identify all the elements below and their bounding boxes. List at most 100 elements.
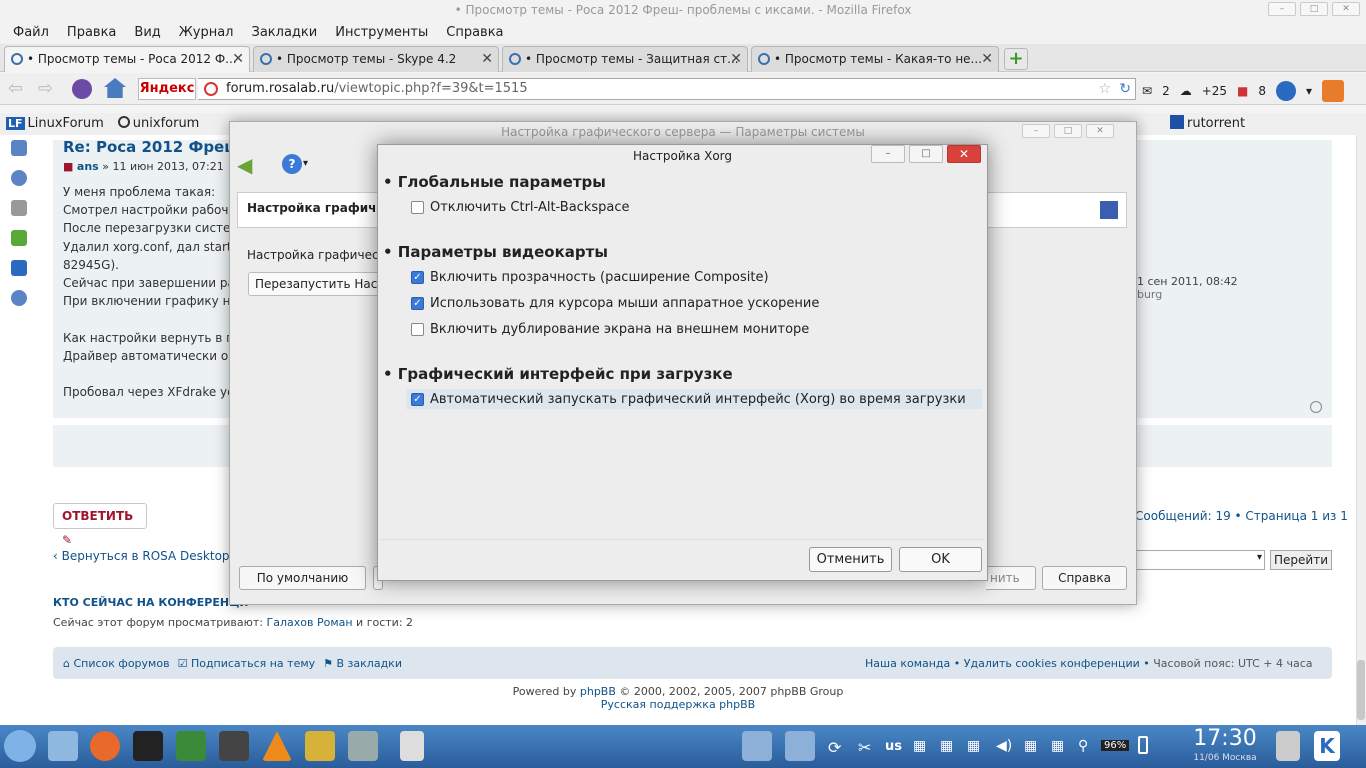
minimize-button[interactable]: – (871, 145, 905, 163)
post-author[interactable]: ans (77, 160, 99, 173)
checkbox-unchecked[interactable] (411, 201, 424, 214)
maximize-button[interactable]: □ (1300, 2, 1328, 16)
bookmark-linuxforum[interactable]: LF LinuxForum (6, 113, 104, 135)
menu-edit[interactable]: Правка (58, 22, 125, 44)
weather-icon[interactable]: ☁ (1180, 84, 1192, 98)
forum-index-link[interactable]: ⌂ Список форумов (63, 657, 170, 670)
trash-icon[interactable] (1276, 731, 1300, 761)
chevron-down-icon[interactable]: ▾ (303, 158, 308, 169)
ok-button[interactable]: OK (899, 547, 982, 572)
video-player-icon[interactable] (176, 731, 206, 761)
scroll-top-icon[interactable] (1310, 401, 1322, 413)
defaults-button[interactable]: По умолчанию (239, 566, 366, 590)
system-monitor-icon[interactable] (219, 731, 249, 761)
online-user-link[interactable]: Галахов Роман (267, 616, 353, 629)
reply-button[interactable]: ОТВЕТИТЬ ✎ (53, 503, 147, 547)
refresh-icon[interactable]: ⟳ (828, 738, 841, 757)
firefox-icon[interactable] (90, 731, 120, 761)
option-autostart-xorg[interactable]: ✓ Автоматический запускать графический ин… (411, 392, 966, 407)
team-link[interactable]: Наша команда (865, 657, 950, 670)
option-hw-cursor[interactable]: ✓ Использовать для курсора мыши аппаратно… (411, 296, 819, 311)
back-arrow-icon[interactable]: ◀ (237, 153, 252, 177)
dropdown-arrow-icon[interactable]: ▾ (1306, 84, 1312, 98)
tab-skype[interactable]: • Просмотр темы - Skype 4.2 ✕ (253, 46, 499, 72)
settings-icon[interactable] (11, 260, 27, 276)
extension-icon[interactable] (1322, 80, 1345, 102)
menu-history[interactable]: Журнал (170, 22, 243, 44)
close-button[interactable]: ✕ (1086, 124, 1114, 138)
close-tab-icon[interactable]: ✕ (730, 47, 742, 71)
bookmark-icon[interactable] (11, 140, 27, 156)
close-button[interactable]: ✕ (1332, 2, 1360, 16)
menu-view[interactable]: Вид (125, 22, 169, 44)
kde-logo-icon[interactable]: K (1314, 731, 1340, 761)
keyboard-layout[interactable]: us (885, 739, 902, 754)
scrollbar-thumb[interactable] (1357, 660, 1365, 720)
app-launcher-icon[interactable] (4, 730, 36, 762)
maximize-button[interactable]: □ (909, 145, 943, 163)
tab-some[interactable]: • Просмотр темы - Какая-то не... ✕ (751, 46, 999, 72)
clock-time[interactable]: 17:30 (1190, 726, 1260, 751)
apply-button[interactable]: нить (986, 566, 1036, 590)
menu-tools[interactable]: Инструменты (326, 22, 437, 44)
addon-icon[interactable] (1276, 81, 1297, 101)
forward-arrow-icon[interactable]: ⇨ (38, 78, 53, 99)
history-icon[interactable] (11, 170, 27, 186)
close-tab-icon[interactable]: ✕ (481, 47, 493, 71)
network-icon[interactable]: ▦ (967, 738, 980, 754)
network-icon[interactable]: ▦ (1051, 738, 1064, 754)
window-task-icon[interactable] (785, 731, 815, 761)
bookmark-unixforum[interactable]: unixforum (117, 113, 199, 135)
file-manager-icon[interactable] (48, 731, 78, 761)
option-clone-screen[interactable]: Включить дублирование экрана на внешнем … (411, 322, 809, 337)
minimize-button[interactable]: – (1022, 124, 1050, 138)
network-icon[interactable]: ▦ (1024, 738, 1037, 754)
network-icon[interactable]: ▦ (913, 738, 926, 754)
download-icon[interactable] (11, 200, 27, 216)
reload-icon[interactable]: ↻ (1119, 79, 1131, 99)
option-disable-ctrl-alt-backspace[interactable]: Отключить Ctrl-Alt-Backspace (411, 200, 629, 215)
mail-icon[interactable]: ✉ (1142, 84, 1152, 98)
close-tab-icon[interactable]: ✕ (981, 47, 993, 71)
volume-icon[interactable]: ◀) (996, 738, 1012, 754)
new-tab-button[interactable]: + (1004, 48, 1028, 70)
menu-file[interactable]: Файл (4, 22, 58, 44)
tab-protection[interactable]: • Просмотр темы - Защитная ст... ✕ (502, 46, 748, 72)
battery-indicator[interactable]: 96% (1101, 740, 1130, 751)
checkbox-checked[interactable]: ✓ (411, 271, 424, 284)
window-task-icon[interactable] (742, 731, 772, 761)
maximize-button[interactable]: □ (1054, 124, 1082, 138)
minimize-button[interactable]: – (1268, 2, 1296, 16)
network-icon[interactable]: ▦ (940, 738, 953, 754)
settings-icon[interactable] (348, 731, 378, 761)
checkbox-checked[interactable]: ✓ (411, 297, 424, 310)
cancel-button[interactable]: Отменить (809, 547, 892, 572)
back-arrow-icon[interactable]: ⇦ (8, 78, 23, 99)
bookmark-topic-link[interactable]: ⚑ В закладки (323, 657, 402, 670)
page-scrollbar[interactable] (1356, 135, 1366, 725)
archive-icon[interactable] (400, 731, 424, 761)
checkbox-unchecked[interactable] (411, 323, 424, 336)
rosa-logo-icon[interactable] (72, 79, 92, 99)
menu-help[interactable]: Справка (437, 22, 512, 44)
yandex-search-button[interactable]: Яндекс (138, 78, 196, 100)
terminal-icon[interactable] (133, 731, 163, 761)
option-composite[interactable]: ✓ Включить прозрачность (расширение Compo… (411, 270, 769, 285)
menu-bookmarks[interactable]: Закладки (243, 22, 327, 44)
info-icon[interactable] (11, 290, 27, 306)
checkbox-checked[interactable]: ✓ (411, 393, 424, 406)
tab-rosa-2012[interactable]: • Просмотр темы - Роса 2012 Ф... ✕ (4, 46, 250, 72)
notification-icon[interactable]: ■ (1237, 84, 1248, 98)
network-tool-icon[interactable] (305, 731, 335, 761)
close-button[interactable]: ✕ (947, 145, 981, 163)
battery-icon[interactable] (1138, 736, 1148, 754)
addons-icon[interactable] (11, 230, 27, 246)
usb-icon[interactable]: ⚲ (1078, 738, 1088, 754)
delete-cookies-link[interactable]: Удалить cookies конференции (964, 657, 1140, 670)
phpbb-russian-support-link[interactable]: Русская поддержка phpBB (0, 698, 1356, 711)
back-to-forum-link[interactable]: ‹ Вернуться в ROSA Desktop (53, 549, 230, 563)
help-icon[interactable]: ? (282, 154, 302, 174)
jump-button[interactable]: Перейти (1270, 550, 1332, 570)
bookmark-rutorrent[interactable]: rutorrent (1170, 113, 1245, 135)
url-bar[interactable]: forum.rosalab.ru/viewtopic.php?f=39&t=15… (198, 78, 1136, 100)
